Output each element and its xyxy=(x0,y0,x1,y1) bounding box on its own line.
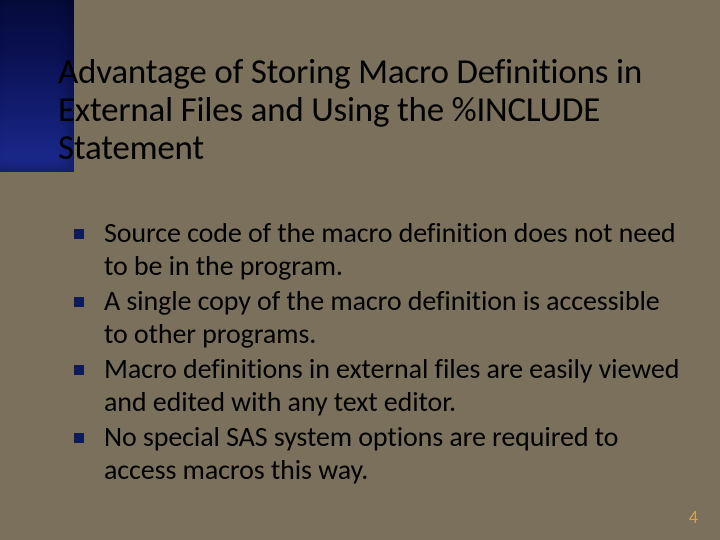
slide: Advantage of Storing Macro Definitions i… xyxy=(0,0,720,540)
page-number: 4 xyxy=(689,506,698,528)
bullet-text: A single copy of the macro definition is… xyxy=(104,283,660,351)
list-item: Macro definitions in external files are … xyxy=(70,352,680,418)
list-item: No special SAS system options are requir… xyxy=(70,420,680,486)
list-item: Source code of the macro definition does… xyxy=(70,216,680,282)
bullet-text: Macro definitions in external files are … xyxy=(104,351,679,419)
bullet-text: No special SAS system options are requir… xyxy=(104,419,618,487)
square-bullet-icon xyxy=(74,297,84,307)
square-bullet-icon xyxy=(74,229,84,239)
list-item: A single copy of the macro definition is… xyxy=(70,284,680,350)
bullet-text: Source code of the macro definition does… xyxy=(104,215,676,283)
square-bullet-icon xyxy=(74,365,84,375)
slide-body: Source code of the macro definition does… xyxy=(70,216,680,488)
square-bullet-icon xyxy=(74,433,84,443)
slide-title: Advantage of Storing Macro Definitions i… xyxy=(58,54,678,167)
